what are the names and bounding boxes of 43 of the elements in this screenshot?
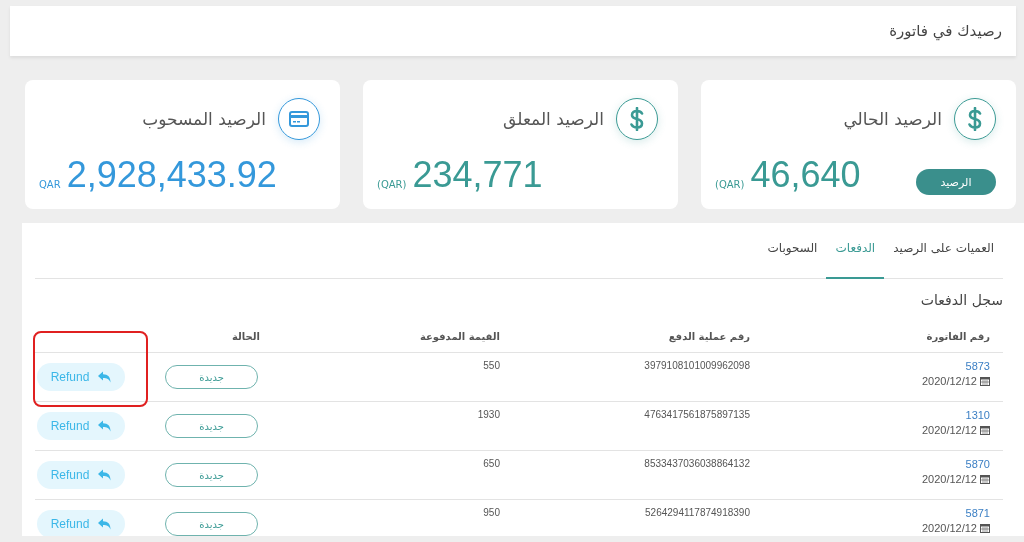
card-title: الرصيد الحالي (843, 109, 942, 129)
invoice-link[interactable]: 5870 (965, 458, 990, 470)
amount-cell-text: 650 (482, 457, 501, 471)
currency-label: QAR (39, 179, 61, 192)
balance-button[interactable]: الرصيد (916, 169, 996, 195)
calendar-icon (980, 376, 990, 386)
amount-cell-text: 1930 (476, 408, 501, 422)
date-text: 2020/12/12 (921, 522, 977, 534)
calendar-icon (980, 474, 990, 484)
tab[interactable]: السحوبات (758, 237, 827, 279)
payment-id-cell-text: 3979108101009962098 (643, 359, 751, 373)
payment-id-cell-text: 4763417561875897135 (643, 408, 751, 422)
tab[interactable]: الدفعات (826, 237, 885, 279)
column-header: القيمة المدفوعة (418, 330, 501, 342)
calendar-icon (980, 523, 990, 533)
reply-arrow-icon (97, 469, 112, 481)
date-text: 2020/12/12 (921, 424, 977, 436)
column-header: الحالة (231, 330, 261, 342)
invoice-link[interactable]: 5871 (965, 507, 990, 519)
date-text: 2020/12/12 (921, 375, 977, 387)
payment-id-cell-text: 5264294117874918390 (644, 506, 751, 520)
balance-amount: 46,640 (750, 154, 861, 196)
reply-arrow-icon (97, 371, 112, 383)
invoice-link[interactable]: 1310 (965, 409, 990, 421)
column-header: رقم عملية الدفع (667, 330, 751, 342)
column-header: رقم الفاتورة (925, 330, 991, 342)
currency-label: (QAR) (377, 179, 407, 192)
currency-label: (QAR) (715, 179, 745, 192)
tab[interactable]: العميات على الرصيد (884, 237, 1003, 279)
balance-amount: 2,928,433.92 (66, 154, 277, 196)
section-title: سجل الدفعات (919, 291, 1003, 310)
calendar-icon (980, 425, 990, 435)
reply-arrow-icon (97, 420, 112, 432)
amount-cell-text: 950 (482, 506, 501, 520)
payment-id-cell-text: 8533437036038864132 (643, 457, 751, 471)
reply-arrow-icon (97, 518, 112, 530)
balance-amount: 234,771 (412, 154, 543, 196)
card-title: الرصيد المسحوب (142, 109, 266, 129)
date-text: 2020/12/12 (921, 473, 977, 485)
amount-cell-text: 550 (482, 359, 501, 373)
page-title: رصيدك في فاتورة (889, 22, 1002, 40)
card-title: الرصيد المعلق (503, 109, 604, 129)
invoice-link[interactable]: 5873 (965, 360, 990, 372)
